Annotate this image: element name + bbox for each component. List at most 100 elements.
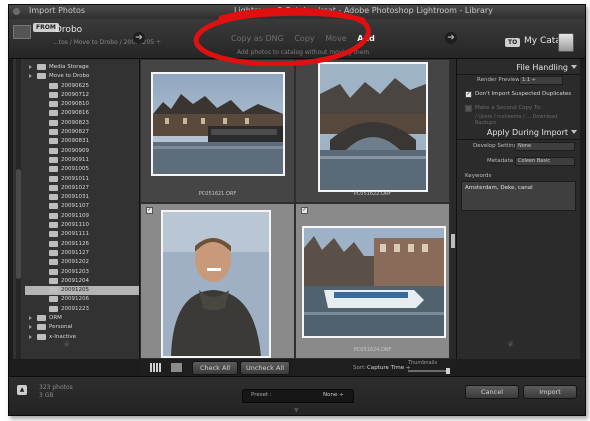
folder-scrollbar[interactable] xyxy=(16,59,21,359)
mode-copy-as-dng[interactable]: Copy as DNG xyxy=(231,34,284,43)
folder-label: 20090909 xyxy=(61,147,89,154)
folder-icon xyxy=(49,194,58,201)
check-all-button[interactable]: Check All xyxy=(192,361,238,375)
folder-item[interactable]: 20091203 xyxy=(25,268,139,277)
cancel-button[interactable]: Cancel xyxy=(465,385,519,399)
bottom-bar: ▲ 323 photos 3 GB Preset : None ÷ Cancel… xyxy=(9,376,585,415)
chevron-down-icon[interactable]: ▼ xyxy=(294,407,299,414)
duplicates-checkbox[interactable]: ✓ xyxy=(465,91,472,98)
sort-label: Sort: xyxy=(353,365,367,371)
photo-thumbnail[interactable] xyxy=(302,226,446,338)
develop-settings-select[interactable]: None xyxy=(515,142,575,151)
folder-item[interactable]: 20090712 xyxy=(25,91,139,100)
folder-item[interactable]: 20090810 xyxy=(25,100,139,109)
sort-select[interactable]: Capture Time ÷ xyxy=(367,365,410,371)
disclosure-triangle-icon[interactable] xyxy=(29,325,32,330)
folder-label: Personal xyxy=(49,324,73,331)
photo-checkbox[interactable]: ✓ xyxy=(301,207,308,214)
folder-item[interactable]: 20091107 xyxy=(25,202,139,211)
destination-arrow-icon[interactable]: ➔ xyxy=(445,32,457,44)
metadata-label: Metadata xyxy=(487,158,514,164)
apply-during-import-header[interactable]: Apply During Import xyxy=(457,127,580,138)
folder-label: 20090810 xyxy=(61,101,89,108)
folder-icon xyxy=(49,184,58,191)
folder-item[interactable]: 20091110 xyxy=(25,221,139,230)
folder-item[interactable]: 20091126 xyxy=(25,240,139,249)
folder-item[interactable]: 20091011 xyxy=(25,175,139,184)
import-dialog-window: Import Photos Lightroom 3 Catalog.lrcat … xyxy=(8,4,586,416)
folder-label: 20091005 xyxy=(61,166,89,173)
mode-move[interactable]: Move xyxy=(325,34,346,43)
folder-item[interactable]: x-Inactive xyxy=(25,333,139,342)
close-window-button[interactable] xyxy=(13,8,20,15)
uncheck-all-button[interactable]: Uncheck All xyxy=(240,361,290,375)
import-button[interactable]: Import xyxy=(523,385,577,399)
import-top-bar: FROM Drobo ...tos / Move to Drobo / 2009… xyxy=(9,19,585,59)
folder-label: 20091011 xyxy=(61,175,89,182)
folder-item[interactable]: 20090831 xyxy=(25,137,139,146)
keywords-input[interactable]: Amsterdam, Deke, canal xyxy=(461,181,576,211)
source-path[interactable]: ...tos / Move to Drobo / 20091205 ÷ xyxy=(53,39,161,46)
folder-item[interactable]: 20091206 xyxy=(25,295,139,304)
disclosure-triangle-icon[interactable] xyxy=(29,316,32,321)
folder-icon xyxy=(37,315,46,322)
photo-checkbox[interactable]: ✓ xyxy=(146,207,153,214)
folder-item[interactable]: 20090625 xyxy=(25,82,139,91)
folder-item[interactable]: 20091109 xyxy=(25,212,139,221)
folder-item[interactable]: 20091202 xyxy=(25,258,139,267)
drive-icon xyxy=(13,25,31,39)
folder-icon xyxy=(49,305,58,312)
photo-thumbnail[interactable] xyxy=(151,72,285,176)
folder-item[interactable]: 20091027 xyxy=(25,184,139,193)
folder-item[interactable]: 20091111 xyxy=(25,230,139,239)
photo-filename: PC051622.ORF xyxy=(353,191,392,197)
folder-item[interactable]: 20090909 xyxy=(25,147,139,156)
folder-item[interactable]: Media Storage xyxy=(25,63,139,72)
photo-cell[interactable]: ✓ xyxy=(140,203,295,359)
eject-icon[interactable]: ▲ xyxy=(17,385,27,395)
disclosure-triangle-icon[interactable] xyxy=(29,334,32,339)
import-preset-tab[interactable]: Preset : None ÷ xyxy=(242,389,354,403)
grid-scrollbar-thumb[interactable] xyxy=(451,234,455,248)
thumbnail-size-slider[interactable] xyxy=(408,368,450,374)
settings-panel: File Handling Render Previews 1:1 ÷ ✓ Do… xyxy=(456,59,580,359)
folder-item[interactable]: 20090823 xyxy=(25,119,139,128)
folder-item[interactable]: Move to Drobo xyxy=(25,72,139,81)
photo-thumbnail[interactable] xyxy=(318,62,428,192)
disclosure-triangle-icon[interactable] xyxy=(29,65,32,69)
folder-item[interactable]: 20091005 xyxy=(25,165,139,174)
folder-label: 20090816 xyxy=(61,110,89,117)
folder-item[interactable]: ORM xyxy=(25,314,139,323)
folder-item[interactable]: Personal xyxy=(25,323,139,332)
metadata-select[interactable]: Coleen Basic xyxy=(515,157,575,166)
source-arrow-icon[interactable]: ➔ xyxy=(133,32,145,44)
folder-label: ORM xyxy=(49,315,62,322)
photo-thumbnail[interactable] xyxy=(161,210,271,358)
photo-cell[interactable]: PC051621.ORF xyxy=(140,59,295,203)
photo-cell[interactable]: PC051622.ORF xyxy=(295,59,450,203)
file-handling-header[interactable]: File Handling xyxy=(457,62,580,73)
grid-view-icon[interactable] xyxy=(150,363,161,372)
folder-item[interactable]: 20091204 xyxy=(25,277,139,286)
folder-item[interactable]: 20090911 xyxy=(25,156,139,165)
folder-item[interactable]: 20091031 xyxy=(25,193,139,202)
folder-label: 20091110 xyxy=(61,222,89,229)
thumbnail-size-slider-knob[interactable] xyxy=(446,368,450,374)
render-previews-select[interactable]: 1:1 ÷ xyxy=(519,76,563,85)
folder-label: 20091202 xyxy=(61,259,89,266)
second-copy-checkbox[interactable] xyxy=(465,105,472,112)
source-name[interactable]: Drobo xyxy=(55,25,82,35)
folder-item[interactable]: 20090816 xyxy=(25,109,139,118)
folder-scrollbar-thumb[interactable] xyxy=(16,169,21,279)
folder-label: Media Storage xyxy=(49,64,89,70)
loupe-view-icon[interactable] xyxy=(171,363,182,372)
photo-cell[interactable]: ✓ PC051624.ORF xyxy=(295,203,450,359)
folder-item[interactable]: 20091205 xyxy=(25,286,139,296)
folder-item[interactable]: 20091223 xyxy=(25,305,139,314)
mode-copy[interactable]: Copy xyxy=(294,34,314,43)
mode-add[interactable]: Add xyxy=(357,34,375,43)
disclosure-triangle-icon[interactable] xyxy=(29,74,32,79)
folder-item[interactable]: 20090827 xyxy=(25,128,139,137)
folder-item[interactable]: 20091127 xyxy=(25,249,139,258)
preset-select[interactable]: None ÷ xyxy=(323,392,344,398)
